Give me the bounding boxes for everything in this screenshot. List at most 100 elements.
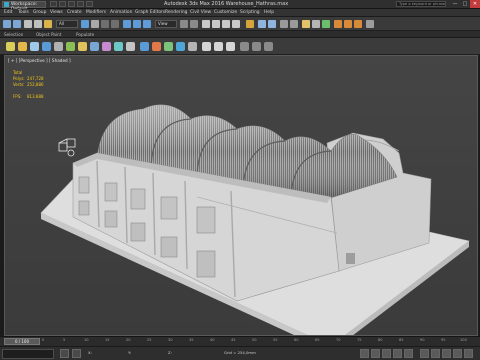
layers-icon[interactable] [30,42,39,51]
zoom-extents-icon[interactable] [442,349,451,358]
perspective-viewport[interactable]: [ + ] [Perspective ] [ Shaded ] Total Po… [4,55,478,336]
rendered-frame-window-icon[interactable] [344,20,352,28]
time-slider[interactable]: 0 / 100 [4,338,40,345]
hide-icon[interactable] [226,42,235,51]
box-icon[interactable] [54,42,63,51]
menu-animation[interactable]: Animation [110,9,132,17]
render-setup-icon[interactable] [334,20,342,28]
link-icon[interactable] [24,20,32,28]
previous-frame-icon[interactable] [371,349,380,358]
reference-coordinate-dropdown[interactable]: View [155,20,177,28]
menu-scripting[interactable]: Scripting [240,9,260,17]
spacewarps-icon[interactable] [114,42,123,51]
workspace-selector[interactable]: Workspace: Default [2,1,46,12]
rectangular-selection-icon[interactable] [101,20,109,28]
scale-icon[interactable] [143,20,151,28]
lights-icon[interactable] [78,42,87,51]
orbit-icon[interactable] [464,349,473,358]
graphite-toggle-icon[interactable] [290,20,298,28]
display-icon[interactable] [176,42,185,51]
layer-manager-icon[interactable] [280,20,288,28]
schematic-view-icon[interactable] [312,20,320,28]
menu-help[interactable]: Help [264,9,274,17]
go-to-start-icon[interactable] [360,349,369,358]
pivot-icon[interactable] [180,20,188,28]
menu-views[interactable]: Views [50,9,63,17]
new-file-icon[interactable] [50,1,57,7]
cameras-icon[interactable] [90,42,99,51]
menu-group[interactable]: Group [33,9,46,17]
open-file-icon[interactable] [59,1,66,7]
timeline-ruler[interactable]: 0 5 10 15 20 25 30 35 40 45 50 55 60 65 … [42,338,472,346]
maxscript-listener[interactable] [2,349,54,359]
play-icon[interactable] [382,349,391,358]
shapes-icon[interactable] [66,42,75,51]
mirror-icon[interactable] [258,20,266,28]
tab-selection[interactable]: Selection [4,31,23,38]
align-icon[interactable] [268,20,276,28]
tick-label: 0 [42,338,45,342]
percent-snap-icon[interactable] [222,20,230,28]
menu-edit[interactable]: Edit [4,9,13,17]
tab-populate[interactable]: Populate [76,31,94,38]
helpers-icon[interactable] [102,42,111,51]
systems-icon[interactable] [126,42,135,51]
selection-filter-dropdown[interactable]: All [56,20,78,28]
window-crossing-icon[interactable] [111,20,119,28]
isolate-icon[interactable] [202,42,211,51]
menu-rendering[interactable]: Rendering [165,9,187,17]
absolute-mode-icon[interactable] [72,349,81,358]
select-object-icon[interactable] [81,20,89,28]
freeze-icon[interactable] [214,42,223,51]
menu-customize[interactable]: Customize [214,9,237,17]
curve-editor-icon[interactable] [302,20,310,28]
array-icon[interactable] [240,42,249,51]
warehouse-model[interactable] [5,56,478,336]
spacing-tool-icon[interactable] [252,42,261,51]
spinner-snap-icon[interactable] [232,20,240,28]
snapshot-icon[interactable] [264,42,273,51]
hierarchy-icon[interactable] [152,42,161,51]
manipulate-icon[interactable] [190,20,198,28]
selection-lock-icon[interactable] [60,349,69,358]
unlink-icon[interactable] [34,20,42,28]
rotate-icon[interactable] [133,20,141,28]
named-selection-icon[interactable] [246,20,254,28]
angle-snap-icon[interactable] [212,20,220,28]
camera-gizmo-icon[interactable] [58,138,76,157]
menu-modifiers[interactable]: Modifiers [86,9,106,17]
select-icon[interactable] [6,42,15,51]
render-in-cloud-icon[interactable] [366,20,374,28]
next-frame-icon[interactable] [393,349,402,358]
material-editor-icon[interactable] [322,20,330,28]
move-icon[interactable] [123,20,131,28]
close-button[interactable]: ✕ [470,0,480,8]
menu-create[interactable]: Create [67,9,82,17]
snaps-toggle-icon[interactable] [202,20,210,28]
menu-civil-view[interactable]: Civil View [190,9,211,17]
search-input[interactable]: Type a keyword or phrase [396,1,446,7]
select-by-name-icon[interactable] [91,20,99,28]
modify-icon[interactable] [140,42,149,51]
menu-tools[interactable]: Tools [18,9,29,17]
folder-icon[interactable] [18,42,27,51]
redo-icon[interactable] [86,1,93,7]
bind-spacewarp-icon[interactable] [44,20,52,28]
save-file-icon[interactable] [68,1,75,7]
undo-icon[interactable] [77,1,84,7]
app-icon[interactable] [4,2,9,7]
render-production-icon[interactable] [354,20,362,28]
zoom-all-icon[interactable] [431,349,440,358]
pan-view-icon[interactable] [453,349,462,358]
zoom-icon[interactable] [420,349,429,358]
maximize-button[interactable]: □ [460,0,470,8]
go-to-end-icon[interactable] [404,349,413,358]
redo-toolbar-icon[interactable] [13,20,21,28]
motion-icon[interactable] [164,42,173,51]
undo-toolbar-icon[interactable] [3,20,11,28]
utilities-icon[interactable] [188,42,197,51]
scene-explorer-icon[interactable] [42,42,51,51]
tab-object-paint[interactable]: Object Paint [36,31,61,38]
menu-graph-editors[interactable]: Graph Editors [135,9,165,17]
minimize-button[interactable]: — [450,0,460,8]
